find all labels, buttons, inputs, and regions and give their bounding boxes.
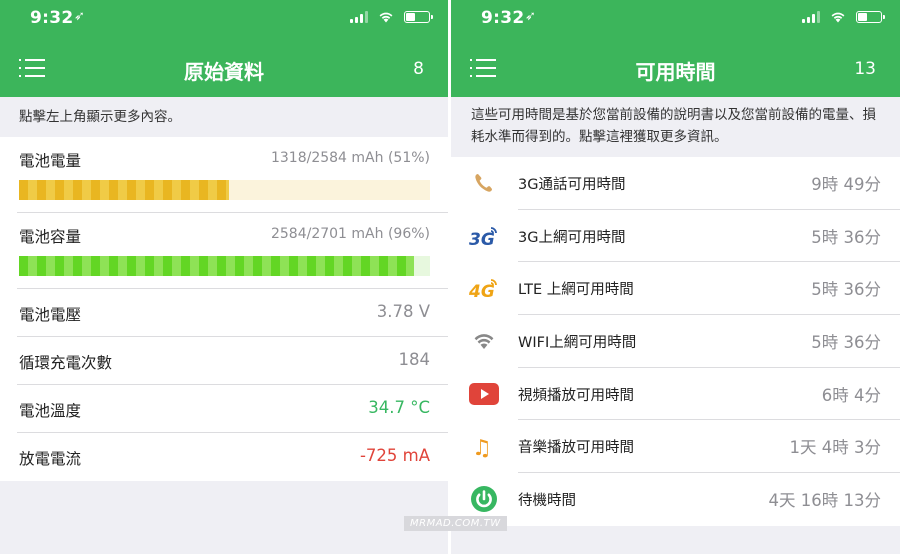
list-item-video: 視頻播放可用時間 6時 4分 [451, 367, 900, 421]
3g-icon: 3G [469, 226, 497, 250]
temperature-value: 34.7 °C [368, 398, 430, 417]
usage-time-screen: 9:32 ➶ 可用時間 13 這些可用時間是基於您當前設備的說明書以及您當前設備… [451, 0, 900, 554]
music-note-icon-glyph: ♫ [472, 436, 492, 460]
list-item-label: 3G上網可用時間 [518, 229, 626, 246]
voltage-value: 3.78 V [376, 302, 430, 321]
list-item-value: 5時 36分 [811, 227, 881, 247]
battery-charge-label: 電池電量 [19, 152, 82, 170]
voltage-label: 電池電壓 [19, 306, 82, 324]
voltage-row: 電池電壓 3.78 V [0, 289, 448, 337]
video-play-icon [469, 382, 499, 405]
list-item-label: 音樂播放可用時間 [518, 440, 634, 457]
hint-text: 點擊左上角顯示更多內容。 [0, 97, 448, 137]
raw-data-screen: 9:32 ➶ 原始資料 8 點擊左上角顯示更多內容。 電池電量 1318/258… [0, 0, 448, 554]
list-item-value: 4天 16時 13分 [768, 491, 881, 511]
phone-icon [475, 174, 492, 192]
list-item-wifi: WIFI上網可用時間 5時 36分 [451, 315, 900, 368]
battery-capacity-row: 電池容量 2584/2701 mAh (96%) [0, 213, 448, 289]
temperature-label: 電池溫度 [19, 402, 82, 420]
list-item-value: 5時 36分 [811, 280, 881, 300]
battery-status-icon [856, 11, 885, 23]
info-text-link[interactable]: 這些可用時間是基於您當前設備的說明書以及您當前設備的電量、損耗水準而得到的。點擊… [451, 97, 900, 157]
list-item-value: 1天 4時 3分 [789, 438, 881, 458]
battery-charge-value: 1318/2584 mAh (51%) [270, 150, 430, 166]
list-item-standby: 待機時間 4天 16時 13分 [451, 473, 900, 526]
status-time: 9:32 [30, 8, 74, 28]
battery-capacity-fill [19, 256, 414, 276]
status-time: 9:32 [481, 8, 525, 28]
list-item-label: 待機時間 [518, 493, 576, 510]
battery-data-list: 電池電量 1318/2584 mAh (51%) 電池容量 2584/2701 … [0, 137, 448, 481]
page-count: 8 [413, 59, 424, 79]
page-count: 13 [854, 59, 876, 79]
page-title: 可用時間 [635, 60, 716, 84]
list-item-3g-call: 3G通話可用時間 9時 49分 [451, 157, 900, 210]
power-icon [471, 486, 497, 513]
list-item-value: 5時 36分 [811, 333, 881, 353]
page-title: 原始資料 [184, 60, 264, 84]
battery-charge-bar [19, 180, 430, 200]
list-item-label: WIFI上網可用時間 [518, 335, 637, 352]
4g-icon-text: 4G [469, 282, 495, 302]
cycle-count-row: 循環充電次數 184 [0, 337, 448, 385]
list-item-label: LTE 上網可用時間 [518, 282, 634, 299]
4g-icon: 4G [469, 279, 497, 302]
status-bar: 9:32 ➶ [0, 6, 448, 32]
battery-capacity-bar [19, 256, 430, 276]
battery-capacity-label: 電池容量 [19, 228, 82, 246]
list-item-label: 視頻播放可用時間 [518, 387, 634, 404]
battery-capacity-value: 2584/2701 mAh (96%) [270, 226, 430, 242]
discharge-current-label: 放電電流 [19, 450, 82, 468]
list-item-value: 9時 49分 [811, 175, 881, 194]
wifi-status-icon [379, 12, 393, 23]
battery-charge-fill [19, 180, 229, 200]
wifi-icon [474, 334, 494, 350]
cellular-signal-icon [350, 11, 368, 23]
temperature-row: 電池溫度 34.7 °C [0, 385, 448, 433]
location-arrow-icon: ➶ [74, 9, 85, 24]
3g-icon-text: 3G [469, 230, 495, 250]
list-item-label: 3G通話可用時間 [518, 177, 626, 193]
battery-charge-row: 電池電量 1318/2584 mAh (51%) [0, 137, 448, 213]
nav-header: 9:32 ➶ 原始資料 8 [0, 0, 448, 97]
cycle-count-value: 184 [398, 350, 431, 369]
list-item-music: ♫ 音樂播放可用時間 1天 4時 3分 [451, 420, 900, 474]
music-note-icon: ♫ [472, 436, 492, 460]
usage-time-list: 3G通話可用時間 9時 49分 3G 3G上網可用時間 5時 36分 4G LT… [451, 157, 900, 526]
list-item-value: 6時 4分 [821, 385, 881, 405]
discharge-current-row: 放電電流 -725 mA [0, 433, 448, 481]
nav-header: 9:32 ➶ 可用時間 13 [451, 0, 900, 97]
discharge-current-value: -725 mA [359, 446, 430, 465]
site-watermark: MRMAD.COM.TW [404, 516, 507, 531]
location-arrow-icon: ➶ [525, 9, 536, 24]
list-item-lte-data: 4G LTE 上網可用時間 5時 36分 [451, 262, 900, 316]
cycle-count-label: 循環充電次數 [19, 354, 113, 372]
list-item-3g-data: 3G 3G上網可用時間 5時 36分 [451, 209, 900, 263]
cellular-signal-icon [802, 11, 820, 23]
status-bar: 9:32 ➶ [451, 6, 900, 32]
battery-status-icon [404, 11, 433, 23]
wifi-status-icon [831, 12, 845, 23]
